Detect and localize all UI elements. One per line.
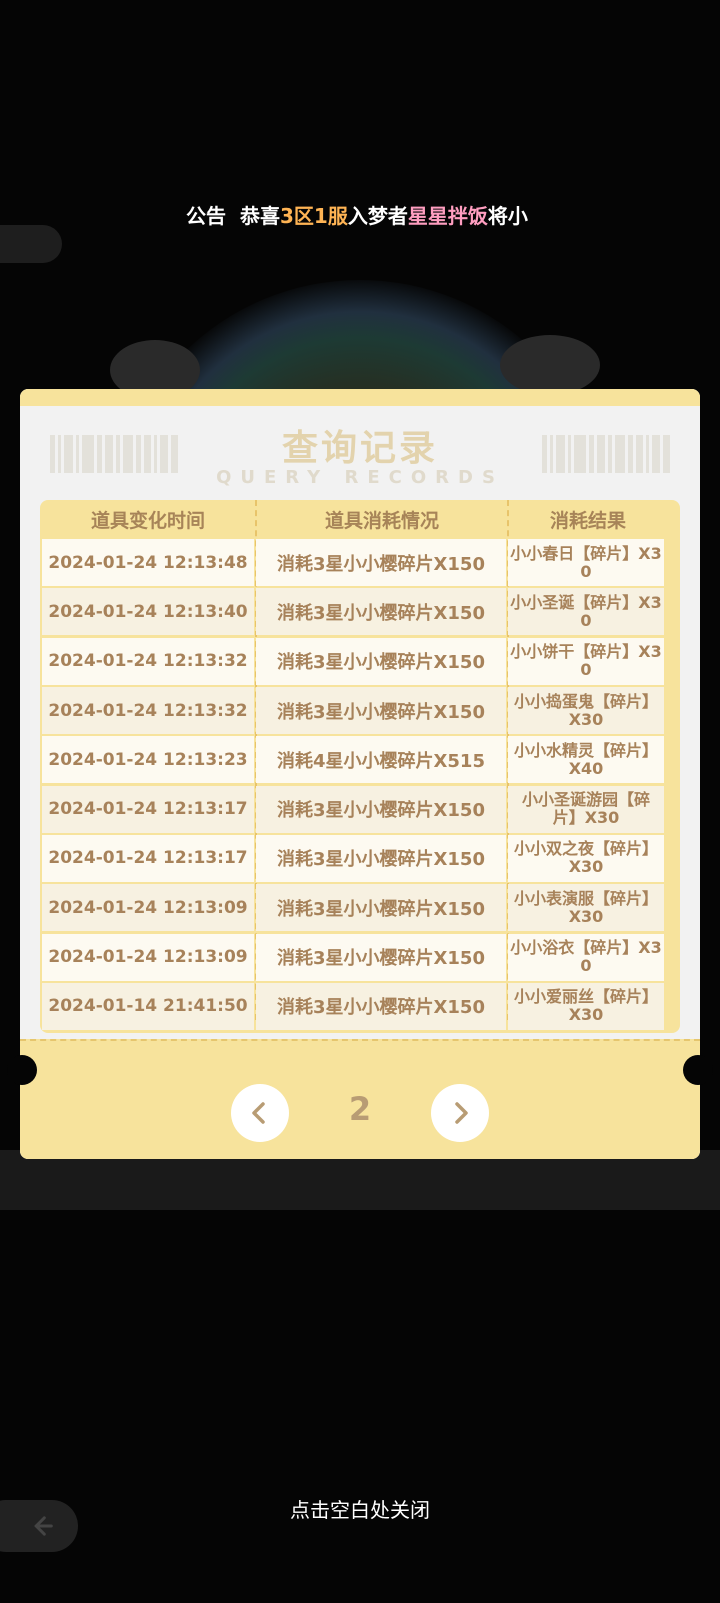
cell-consume: 消耗3星小小樱碎片X150	[256, 539, 506, 587]
cell-result: 小小捣蛋鬼【碎片】X30	[508, 687, 664, 735]
table-row: 2024-01-24 12:13:17 消耗3星小小樱碎片X150 小小圣诞游园…	[40, 784, 680, 833]
announcement-text: 3区	[280, 203, 314, 228]
table-row: 2024-01-24 12:13:09 消耗3星小小樱碎片X150 小小浴衣【碎…	[40, 932, 680, 981]
table-row: 2024-01-24 12:13:17 消耗3星小小樱碎片X150 小小双之夜【…	[40, 834, 680, 883]
cell-consume: 消耗4星小小樱碎片X515	[256, 736, 506, 784]
cell-time: 2024-01-14 21:41:50	[42, 982, 254, 1030]
cell-result: 小小浴衣【碎片】X30	[508, 933, 664, 981]
cell-time: 2024-01-24 12:13:40	[42, 588, 254, 636]
cell-consume: 消耗3星小小樱碎片X150	[256, 687, 506, 735]
cell-result: 小小春日【碎片】X30	[508, 539, 664, 587]
column-header-consume: 道具消耗情况	[324, 509, 439, 532]
back-arrow-icon	[34, 1516, 53, 1536]
next-page-button[interactable]	[431, 1084, 489, 1142]
table-body: 2024-01-24 12:13:48 消耗3星小小樱碎片X150 小小春日【碎…	[40, 538, 680, 1031]
dialog-top-bar	[20, 389, 700, 406]
ticket-notch-right	[683, 1055, 713, 1085]
table-row: 2024-01-24 12:13:32 消耗3星小小樱碎片X150 小小捣蛋鬼【…	[40, 686, 680, 735]
table-row: 2024-01-24 12:13:32 消耗3星小小樱碎片X150 小小饼干【碎…	[40, 637, 680, 686]
cell-result: 小小爱丽丝【碎片】X30	[508, 982, 664, 1030]
cell-time: 2024-01-24 12:13:32	[42, 687, 254, 735]
cell-consume: 消耗3星小小樱碎片X150	[256, 884, 506, 932]
cell-time: 2024-01-24 12:13:48	[42, 539, 254, 587]
back-button[interactable]	[0, 1500, 78, 1552]
cell-consume: 消耗3星小小樱碎片X150	[256, 834, 506, 882]
cell-consume: 消耗3星小小樱碎片X150	[256, 637, 506, 685]
chevron-right-icon	[455, 1102, 468, 1124]
cell-result: 小小饼干【碎片】X30	[508, 637, 664, 685]
close-hint[interactable]: 点击空白处关闭	[0, 1494, 720, 1523]
announcement-text: 1服	[313, 203, 348, 228]
cell-result: 小小双之夜【碎片】X30	[508, 834, 664, 882]
table-header: 道具变化时间 道具消耗情况 消耗结果	[40, 500, 680, 538]
query-records-dialog: 查询记录 QUERY RECORDS 道具变化时间 道具消耗情况 消耗结果 20…	[20, 389, 700, 1159]
announcement-text: 星星拌饭	[407, 203, 488, 228]
cell-time: 2024-01-24 12:13:17	[42, 785, 254, 833]
background-cloud	[500, 335, 600, 395]
announcement-text: 恭喜	[240, 203, 280, 228]
column-header-time: 道具变化时间	[90, 509, 205, 532]
cell-result: 小小圣诞游园【碎片】X30	[508, 785, 664, 833]
cell-time: 2024-01-24 12:13:09	[42, 884, 254, 932]
cell-consume: 消耗3星小小樱碎片X150	[256, 982, 506, 1030]
announcement-text: 入梦者	[347, 203, 408, 228]
prev-page-button[interactable]	[231, 1084, 289, 1142]
side-tab	[0, 225, 62, 263]
table-row: 2024-01-24 12:13:23 消耗4星小小樱碎片X515 小小水精灵【…	[40, 735, 680, 784]
cell-result: 小小水精灵【碎片】X40	[508, 736, 664, 784]
table-row: 2024-01-24 12:13:09 消耗3星小小樱碎片X150 小小表演服【…	[40, 883, 680, 932]
cell-time: 2024-01-24 12:13:32	[42, 637, 254, 685]
background-panel	[0, 1150, 720, 1210]
table-row: 2024-01-14 21:41:50 消耗3星小小樱碎片X150 小小爱丽丝【…	[40, 982, 680, 1031]
ticket-notch-left	[7, 1055, 37, 1085]
announcement-bar: 公告 恭喜 3区 1服 入梦者 星星拌饭 将小	[186, 197, 536, 231]
cell-result: 小小表演服【碎片】X30	[508, 884, 664, 932]
cell-time: 2024-01-24 12:13:17	[42, 834, 254, 882]
table-row: 2024-01-24 12:13:40 消耗3星小小樱碎片X150 小小圣诞【碎…	[40, 587, 680, 636]
cell-consume: 消耗3星小小樱碎片X150	[256, 785, 506, 833]
current-page-number: 2	[348, 1090, 372, 1128]
column-header-result: 消耗结果	[549, 509, 626, 532]
announcement-label: 公告	[186, 203, 226, 228]
cell-consume: 消耗3星小小樱碎片X150	[256, 933, 506, 981]
cell-consume: 消耗3星小小樱碎片X150	[256, 588, 506, 636]
cell-result: 小小圣诞【碎片】X30	[508, 588, 664, 636]
table-row: 2024-01-24 12:13:48 消耗3星小小樱碎片X150 小小春日【碎…	[40, 538, 680, 587]
announcement-text: 将小	[487, 203, 528, 228]
chevron-left-icon	[252, 1102, 265, 1124]
cell-time: 2024-01-24 12:13:09	[42, 933, 254, 981]
cell-time: 2024-01-24 12:13:23	[42, 736, 254, 784]
records-table: 道具变化时间 道具消耗情况 消耗结果 2024-01-24 12:13:48 消…	[40, 500, 680, 1033]
dialog-title: 查询记录	[281, 428, 438, 469]
dialog-subtitle: QUERY RECORDS	[216, 467, 504, 488]
